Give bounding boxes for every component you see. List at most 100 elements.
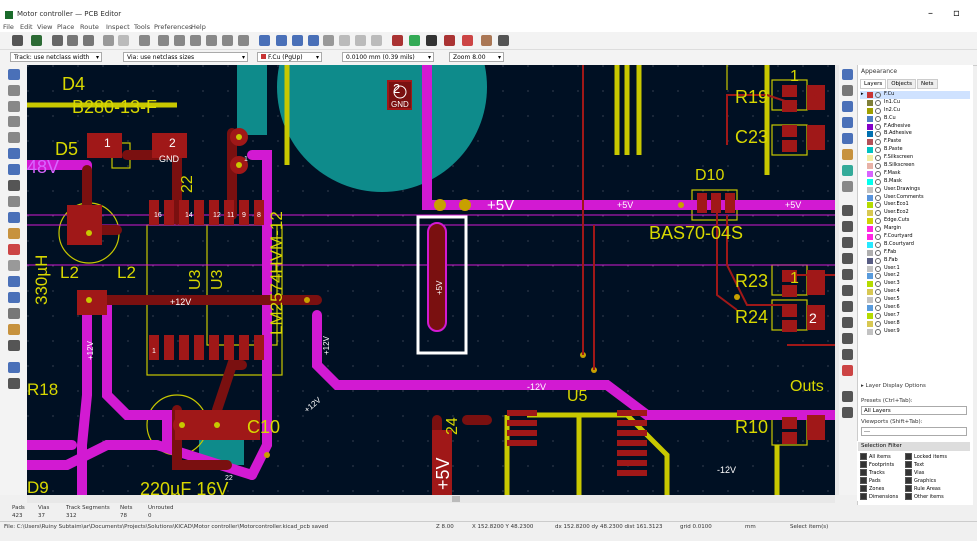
- rotate-cw-icon[interactable]: [276, 35, 287, 46]
- visibility-eye-icon[interactable]: [875, 305, 881, 312]
- layer-color-swatch[interactable]: [867, 115, 873, 122]
- add-textbox-icon[interactable]: [842, 317, 853, 328]
- visibility-eye-icon[interactable]: [875, 297, 881, 304]
- checkbox-icon[interactable]: [860, 485, 867, 492]
- checkbox-icon[interactable]: [905, 469, 912, 476]
- grid-toggle-icon[interactable]: [8, 69, 20, 80]
- layer-row[interactable]: User.1: [860, 265, 970, 273]
- layer-color-swatch[interactable]: [867, 297, 873, 304]
- layer-color-swatch[interactable]: [867, 281, 873, 288]
- ratsnest-mode-icon[interactable]: [8, 308, 20, 319]
- layer-color-swatch[interactable]: [867, 178, 873, 185]
- visibility-eye-icon[interactable]: [875, 234, 881, 241]
- checkbox-icon[interactable]: [860, 461, 867, 468]
- visibility-eye-icon[interactable]: [875, 186, 881, 193]
- horizontal-scrollbar[interactable]: [27, 495, 835, 503]
- layer-color-swatch[interactable]: [867, 123, 873, 130]
- add-text-icon[interactable]: [842, 301, 853, 312]
- netlist-icon[interactable]: [392, 35, 403, 46]
- tab-nets[interactable]: Nets: [916, 79, 938, 89]
- selection-filter-checkbox[interactable]: Dimensions: [860, 493, 898, 500]
- plugins-icon[interactable]: [481, 35, 492, 46]
- redo-icon[interactable]: [118, 35, 129, 46]
- visibility-eye-icon[interactable]: [875, 265, 881, 272]
- checkbox-icon[interactable]: [905, 453, 912, 460]
- selection-filter-checkbox[interactable]: Locked items: [905, 453, 947, 460]
- grid-origin-icon[interactable]: [842, 391, 853, 402]
- add-zone-icon[interactable]: [842, 165, 853, 176]
- units-mm-icon[interactable]: [8, 132, 20, 143]
- layer-color-swatch[interactable]: [867, 92, 873, 98]
- layer-row[interactable]: User.9: [860, 328, 970, 336]
- visibility-eye-icon[interactable]: [875, 163, 881, 170]
- visibility-eye-icon[interactable]: [875, 289, 881, 296]
- layer-color-swatch[interactable]: [867, 273, 873, 280]
- menu-view[interactable]: View: [37, 23, 52, 31]
- visibility-eye-icon[interactable]: [875, 107, 881, 114]
- grid-select[interactable]: 0.0100 mm (0.39 mils) ▾: [342, 52, 434, 62]
- zoom-fit-icon[interactable]: [206, 35, 217, 46]
- layer-color-swatch[interactable]: [867, 186, 873, 193]
- net-color-icon[interactable]: [8, 292, 20, 303]
- add-table-icon[interactable]: [842, 333, 853, 344]
- visibility-eye-icon[interactable]: [875, 155, 881, 162]
- visibility-eye-icon[interactable]: [875, 123, 881, 130]
- maximize-button[interactable]: ▫: [953, 8, 960, 19]
- layer-color-swatch[interactable]: [867, 226, 873, 233]
- draw-rectangle-icon[interactable]: [842, 237, 853, 248]
- layer-row[interactable]: B.Adhesive: [860, 130, 970, 138]
- layer-row[interactable]: ▸ F.Cu: [860, 91, 970, 99]
- layer-color-swatch[interactable]: [867, 131, 873, 138]
- layer-color-swatch[interactable]: [867, 328, 873, 335]
- checkbox-icon[interactable]: [905, 493, 912, 500]
- visibility-eye-icon[interactable]: [875, 218, 881, 225]
- selection-filter-checkbox[interactable]: Zones: [860, 485, 884, 492]
- layer-row[interactable]: User.Comments: [860, 194, 970, 202]
- route-track-icon[interactable]: [842, 101, 853, 112]
- group-icon[interactable]: [355, 35, 366, 46]
- layer-row[interactable]: User.5: [860, 296, 970, 304]
- draw-circle-icon[interactable]: [842, 253, 853, 264]
- find-icon[interactable]: [139, 35, 150, 46]
- layer-row[interactable]: B.Fab: [860, 257, 970, 265]
- selection-filter-checkbox[interactable]: Graphics: [905, 477, 936, 484]
- visibility-eye-icon[interactable]: [875, 241, 881, 248]
- scripting-icon[interactable]: [462, 35, 473, 46]
- appearance-toggle-icon[interactable]: [8, 362, 20, 373]
- layer-row[interactable]: F.Courtyard: [860, 233, 970, 241]
- refresh-icon[interactable]: [158, 35, 169, 46]
- tab-objects[interactable]: Objects: [887, 79, 916, 89]
- draw-arc-icon[interactable]: [842, 221, 853, 232]
- visibility-eye-icon[interactable]: [875, 92, 881, 98]
- layer-color-swatch[interactable]: [867, 265, 873, 272]
- add-rule-area-icon[interactable]: [842, 181, 853, 192]
- menu-inspect[interactable]: Inspect: [106, 23, 130, 31]
- pad-fill-icon[interactable]: [8, 228, 20, 239]
- visibility-eye-icon[interactable]: [875, 249, 881, 256]
- visibility-eye-icon[interactable]: [875, 257, 881, 264]
- selection-filter-checkbox[interactable]: Vias: [905, 469, 924, 476]
- layer-row[interactable]: B.Courtyard: [860, 241, 970, 249]
- layer-row[interactable]: User.3: [860, 280, 970, 288]
- layer-row[interactable]: F.Mask: [860, 170, 970, 178]
- tune-length-icon[interactable]: [842, 133, 853, 144]
- draw-line-icon[interactable]: [842, 205, 853, 216]
- visibility-eye-icon[interactable]: [875, 226, 881, 233]
- layer-row[interactable]: User.7: [860, 312, 970, 320]
- visibility-eye-icon[interactable]: [875, 312, 881, 319]
- mirror-icon[interactable]: [308, 35, 319, 46]
- menu-help[interactable]: Help: [191, 23, 206, 31]
- tab-layers[interactable]: Layers: [860, 79, 887, 89]
- visibility-eye-icon[interactable]: [875, 115, 881, 122]
- python-console-icon[interactable]: [498, 35, 509, 46]
- layer-color-swatch[interactable]: [867, 155, 873, 162]
- layer-color-swatch[interactable]: [867, 99, 873, 106]
- checkbox-icon[interactable]: [860, 469, 867, 476]
- selected-pad[interactable]: [427, 222, 447, 332]
- layer-color-swatch[interactable]: [867, 234, 873, 241]
- save-icon[interactable]: [12, 35, 23, 46]
- zoom-select[interactable]: Zoom 8.00 ▾: [449, 52, 504, 62]
- presets-select[interactable]: All Layers: [861, 406, 967, 415]
- via-size-select[interactable]: Via: use netclass sizes ▾: [123, 52, 248, 62]
- ungroup-icon[interactable]: [371, 35, 382, 46]
